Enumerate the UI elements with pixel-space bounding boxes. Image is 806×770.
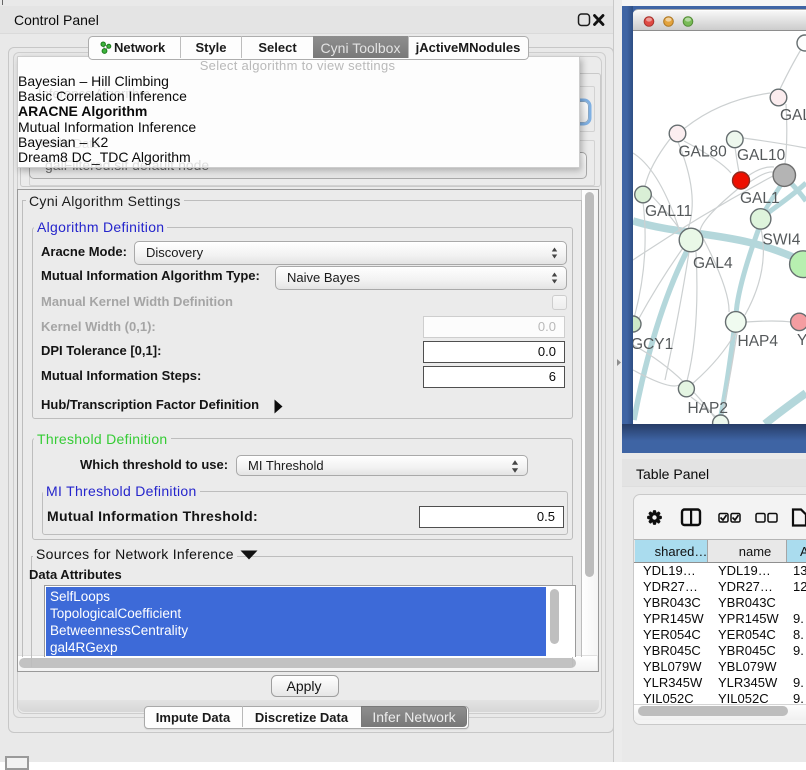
svg-text:Y: Y [797, 332, 806, 349]
svg-text:GAL80: GAL80 [679, 144, 728, 161]
svg-text:GAL: GAL [780, 107, 806, 124]
svg-text:HAP2: HAP2 [688, 400, 729, 417]
svg-text:SWI4: SWI4 [763, 232, 801, 249]
svg-text:GAL1: GAL1 [740, 190, 780, 207]
svg-text:HAP4: HAP4 [738, 333, 779, 350]
svg-text:GCY1: GCY1 [633, 336, 673, 353]
svg-text:GAL10: GAL10 [737, 147, 786, 164]
svg-text:GAL11: GAL11 [645, 203, 692, 220]
svg-text:GAL4: GAL4 [693, 255, 733, 272]
